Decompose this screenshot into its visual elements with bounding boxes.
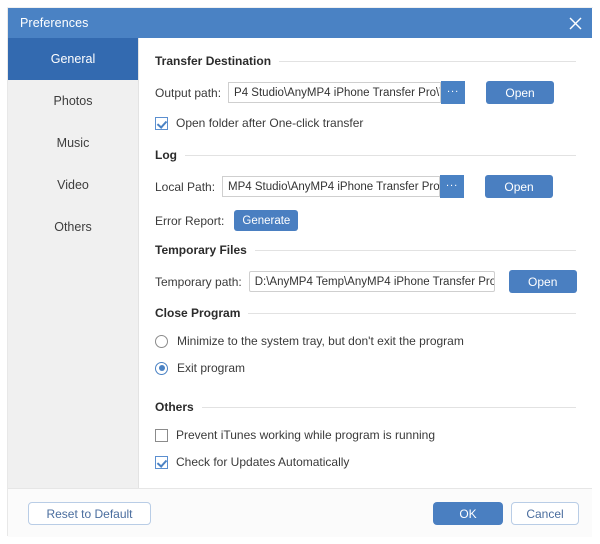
- sidebar-item-label: Music: [57, 136, 90, 150]
- local-path-browse-button[interactable]: ...: [440, 175, 464, 198]
- checkbox-label: Prevent iTunes working while program is …: [176, 428, 435, 442]
- section-header: Log: [139, 148, 592, 162]
- section-title: Others: [155, 400, 194, 414]
- sidebar-item-label: Others: [54, 220, 92, 234]
- generate-error-report-button[interactable]: Generate: [234, 210, 298, 231]
- checkbox-label: Open folder after One-click transfer: [176, 116, 363, 130]
- section-log: Log Local Path: MP4 Studio\AnyMP4 iPhone…: [139, 148, 592, 231]
- reset-to-default-button[interactable]: Reset to Default: [28, 502, 151, 525]
- settings-panel: Transfer Destination Output path: P4 Stu…: [139, 38, 592, 488]
- cancel-button[interactable]: Cancel: [511, 502, 579, 525]
- sidebar-item-label: Photos: [54, 94, 93, 108]
- error-report-row: Error Report: Generate: [139, 210, 592, 231]
- sidebar-item-label: General: [51, 52, 95, 66]
- output-path-open-button[interactable]: Open: [486, 81, 554, 104]
- local-path-label: Local Path:: [155, 180, 215, 194]
- section-transfer-destination: Transfer Destination Output path: P4 Stu…: [139, 54, 592, 130]
- section-header: Transfer Destination: [139, 54, 592, 68]
- radio-exit-program[interactable]: Exit program: [139, 361, 592, 375]
- sidebar-item-music[interactable]: Music: [8, 122, 138, 164]
- sidebar-item-general[interactable]: General: [8, 38, 138, 80]
- open-folder-after-transfer-checkbox[interactable]: Open folder after One-click transfer: [139, 116, 592, 130]
- section-title: Transfer Destination: [155, 54, 271, 68]
- section-divider: [279, 61, 576, 62]
- section-header: Close Program: [139, 306, 592, 320]
- output-path-input[interactable]: P4 Studio\AnyMP4 iPhone Transfer Pro\Tra…: [228, 82, 441, 103]
- section-divider: [248, 313, 576, 314]
- checkbox-box: [155, 456, 168, 469]
- local-path-input[interactable]: MP4 Studio\AnyMP4 iPhone Transfer Pro\mg…: [222, 176, 440, 197]
- section-title: Close Program: [155, 306, 240, 320]
- output-path-label: Output path:: [155, 86, 221, 100]
- section-close-program: Close Program Minimize to the system tra…: [139, 306, 592, 375]
- title-bar: Preferences: [8, 8, 592, 38]
- close-button[interactable]: [558, 8, 592, 38]
- radio-minimize-to-tray[interactable]: Minimize to the system tray, but don't e…: [139, 334, 592, 348]
- sidebar-item-video[interactable]: Video: [8, 164, 138, 206]
- section-header: Others: [139, 400, 592, 414]
- section-title: Log: [155, 148, 177, 162]
- ok-button[interactable]: OK: [433, 502, 503, 525]
- sidebar-item-others[interactable]: Others: [8, 206, 138, 248]
- temporary-path-open-button[interactable]: Open: [509, 270, 577, 293]
- window-title: Preferences: [8, 16, 89, 30]
- sidebar-item-label: Video: [57, 178, 89, 192]
- temporary-path-label: Temporary path:: [155, 275, 242, 289]
- section-header: Temporary Files: [139, 243, 592, 257]
- radio-label: Minimize to the system tray, but don't e…: [177, 334, 464, 348]
- section-temporary-files: Temporary Files Temporary path: D:\AnyMP…: [139, 243, 592, 293]
- section-title: Temporary Files: [155, 243, 247, 257]
- sidebar-item-photos[interactable]: Photos: [8, 80, 138, 122]
- section-divider: [202, 407, 576, 408]
- section-divider: [185, 155, 576, 156]
- radio-circle: [155, 335, 168, 348]
- local-path-open-button[interactable]: Open: [485, 175, 553, 198]
- checkbox-label: Check for Updates Automatically: [176, 455, 349, 469]
- checkbox-box: [155, 429, 168, 442]
- local-path-row: Local Path: MP4 Studio\AnyMP4 iPhone Tra…: [139, 175, 592, 198]
- output-path-row: Output path: P4 Studio\AnyMP4 iPhone Tra…: [139, 81, 592, 104]
- radio-label: Exit program: [177, 361, 245, 375]
- check-updates-checkbox[interactable]: Check for Updates Automatically: [139, 455, 592, 469]
- sidebar: General Photos Music Video Others: [8, 38, 139, 488]
- preferences-dialog: Preferences General Photos Music Video O…: [0, 0, 600, 544]
- dialog-footer: Reset to Default OK Cancel: [8, 488, 592, 537]
- checkbox-box: [155, 117, 168, 130]
- close-icon: [568, 16, 583, 31]
- temporary-path-row: Temporary path: D:\AnyMP4 Temp\AnyMP4 iP…: [139, 270, 592, 293]
- temporary-path-input[interactable]: D:\AnyMP4 Temp\AnyMP4 iPhone Transfer Pr…: [249, 271, 495, 292]
- radio-circle: [155, 362, 168, 375]
- error-report-label: Error Report:: [155, 214, 224, 228]
- prevent-itunes-checkbox[interactable]: Prevent iTunes working while program is …: [139, 428, 592, 442]
- section-divider: [255, 250, 576, 251]
- output-path-browse-button[interactable]: ...: [441, 81, 465, 104]
- section-others: Others Prevent iTunes working while prog…: [139, 400, 592, 469]
